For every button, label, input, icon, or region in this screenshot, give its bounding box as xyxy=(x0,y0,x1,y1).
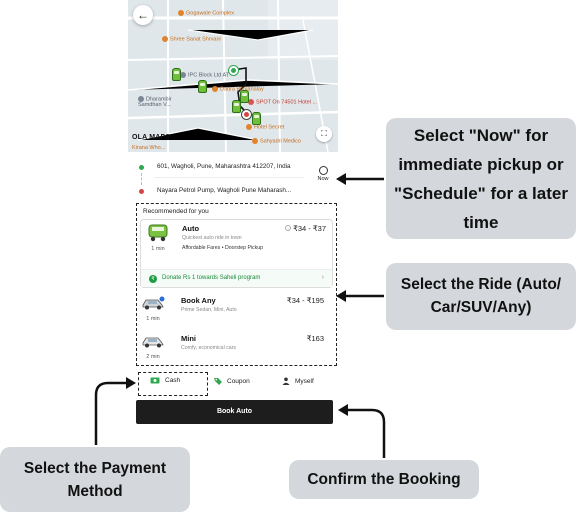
callout-payment: Select the Payment Method xyxy=(0,447,190,512)
arrow-to-now xyxy=(336,173,384,185)
annotation-arrows xyxy=(94,173,386,458)
tutorial-canvas: ← Gogawale Complex Shree Sanat Shrvani I… xyxy=(0,0,576,515)
arrow-to-rides xyxy=(336,290,384,302)
arrow-to-book xyxy=(338,404,386,458)
callout-confirm: Confirm the Booking xyxy=(289,460,479,499)
callout-ride: Select the Ride (Auto/ Car/SUV/Any) xyxy=(386,263,576,330)
callout-schedule: Select "Now" for immediate pickup or "Sc… xyxy=(386,118,576,239)
arrow-to-payment xyxy=(94,377,136,445)
